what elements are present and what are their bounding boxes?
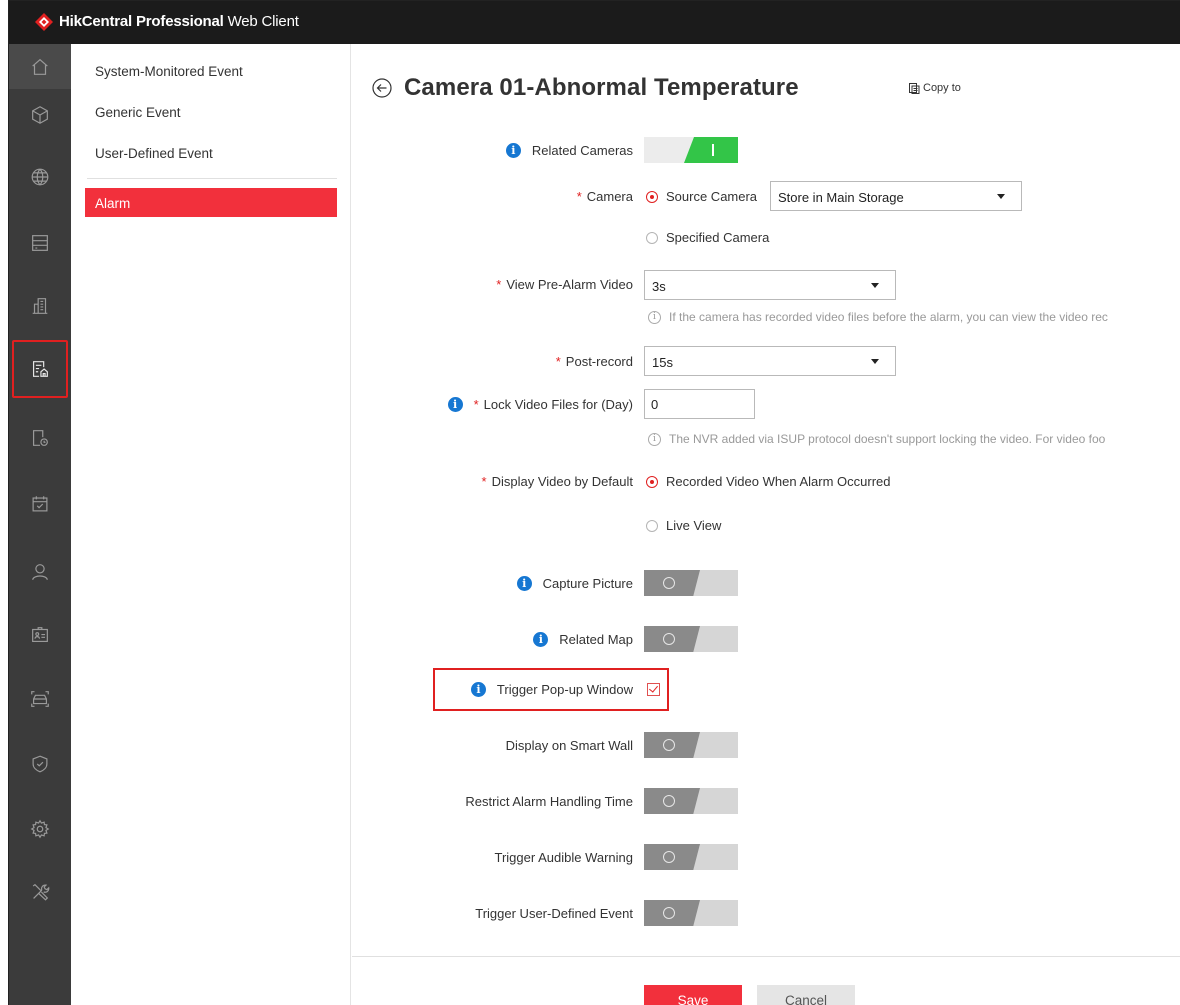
lock-video-hint: i The NVR added via ISUP protocol doesn'… — [648, 432, 1105, 446]
left-icon-nav — [9, 44, 71, 1005]
subnav-user-defined-event[interactable]: User-Defined Event — [95, 146, 213, 161]
post-record-label: * Post-record — [555, 354, 633, 369]
lock-video-input[interactable]: 0 — [644, 389, 755, 419]
restrict-time-label: Restrict Alarm Handling Time — [465, 794, 633, 809]
copy-to-label: Copy to — [923, 82, 961, 94]
footer-bar: Save Cancel — [352, 956, 1180, 1005]
nav-highlight-box — [12, 340, 68, 398]
subnav-system-monitored-event[interactable]: System-Monitored Event — [95, 64, 243, 79]
person-icon[interactable] — [21, 553, 59, 591]
related-map-label: i Related Map — [533, 632, 633, 647]
radio-circle[interactable] — [646, 519, 658, 532]
subnav-alarm[interactable]: Alarm — [85, 188, 337, 217]
smart-wall-label: Display on Smart Wall — [505, 738, 633, 753]
user-defined-event-label: Trigger User-Defined Event — [475, 906, 633, 921]
radio-label: Source Camera — [666, 189, 758, 204]
popup-highlight-box — [433, 668, 669, 711]
main-panel: Camera 01-Abnormal Temperature Copy to i… — [352, 44, 1180, 1005]
info-icon[interactable]: i — [447, 397, 463, 412]
hikvision-logo-icon — [35, 13, 53, 31]
home-icon[interactable] — [21, 48, 59, 86]
storage-select-value: Store in Main Storage — [778, 190, 904, 205]
building-icon[interactable] — [21, 287, 59, 325]
save-button[interactable]: Save — [644, 985, 742, 1005]
related-cameras-label: i Related Cameras — [505, 143, 633, 158]
smart-wall-toggle[interactable] — [644, 732, 738, 758]
id-card-icon[interactable] — [21, 616, 59, 654]
gear-icon[interactable] — [21, 810, 59, 848]
app-window: HikCentral Professional Web Client Syste… — [8, 0, 1180, 1005]
audible-warning-label: Trigger Audible Warning — [494, 850, 634, 865]
subnav-divider — [87, 178, 337, 179]
hint-info-icon: i — [648, 432, 661, 446]
radio-circle[interactable] — [646, 475, 658, 488]
radio-label: Live View — [666, 518, 722, 533]
hint-info-icon: i — [648, 310, 661, 324]
post-record-select[interactable]: 15s — [644, 346, 896, 376]
related-cameras-toggle[interactable] — [644, 137, 738, 163]
page-title: Camera 01-Abnormal Temperature — [404, 74, 799, 101]
radio-label: Specified Camera — [666, 230, 770, 245]
calendar-icon[interactable] — [21, 485, 59, 523]
radio-live-view[interactable]: Live View — [646, 518, 721, 533]
camera-label: * Camera — [576, 189, 633, 204]
caret-down-icon — [871, 359, 879, 364]
subnav-generic-event[interactable]: Generic Event — [95, 105, 181, 120]
display-video-label: * Display Video by Default — [481, 474, 633, 489]
top-bar: HikCentral Professional Web Client — [9, 1, 1180, 44]
copy-icon — [909, 82, 920, 94]
cube-icon[interactable] — [21, 96, 59, 134]
radio-label: Recorded Video When Alarm Occurred — [666, 474, 891, 489]
pre-alarm-value: 3s — [652, 279, 666, 294]
app-title: HikCentral Professional Web Client — [59, 13, 299, 30]
related-map-toggle[interactable] — [644, 626, 738, 652]
shield-icon[interactable] — [21, 745, 59, 783]
radio-source-camera[interactable]: Source Camera — [646, 189, 757, 204]
radio-specified-camera[interactable]: Specified Camera — [646, 230, 769, 245]
back-arrow-icon[interactable] — [372, 78, 392, 98]
pre-alarm-label: * View Pre-Alarm Video — [496, 277, 633, 292]
vehicle-icon[interactable] — [21, 680, 59, 718]
radio-circle[interactable] — [646, 190, 658, 203]
record-schedule-icon[interactable] — [21, 419, 59, 457]
capture-picture-label: i Capture Picture — [516, 576, 633, 591]
copy-to-link[interactable]: Copy to — [909, 82, 961, 94]
event-subnav: System-Monitored Event Generic Event Use… — [71, 44, 351, 1005]
post-record-value: 15s — [652, 355, 673, 370]
globe-icon[interactable] — [21, 158, 59, 196]
tools-icon[interactable] — [21, 873, 59, 911]
storage-select[interactable]: Store in Main Storage — [770, 181, 1022, 211]
cancel-button[interactable]: Cancel — [757, 985, 855, 1005]
user-defined-event-toggle[interactable] — [644, 900, 738, 926]
info-icon[interactable]: i — [505, 143, 521, 158]
info-icon[interactable]: i — [516, 576, 532, 591]
radio-circle[interactable] — [646, 231, 658, 244]
restrict-time-toggle[interactable] — [644, 788, 738, 814]
capture-picture-toggle[interactable] — [644, 570, 738, 596]
lock-video-label: i * Lock Video Files for (Day) — [447, 397, 633, 412]
pre-alarm-select[interactable]: 3s — [644, 270, 896, 300]
info-icon[interactable]: i — [533, 632, 549, 647]
pre-alarm-hint: i If the camera has recorded video files… — [648, 310, 1108, 324]
caret-down-icon — [997, 194, 1005, 199]
server-icon[interactable] — [21, 224, 59, 262]
caret-down-icon — [871, 283, 879, 288]
audible-warning-toggle[interactable] — [644, 844, 738, 870]
radio-recorded-video[interactable]: Recorded Video When Alarm Occurred — [646, 474, 890, 489]
